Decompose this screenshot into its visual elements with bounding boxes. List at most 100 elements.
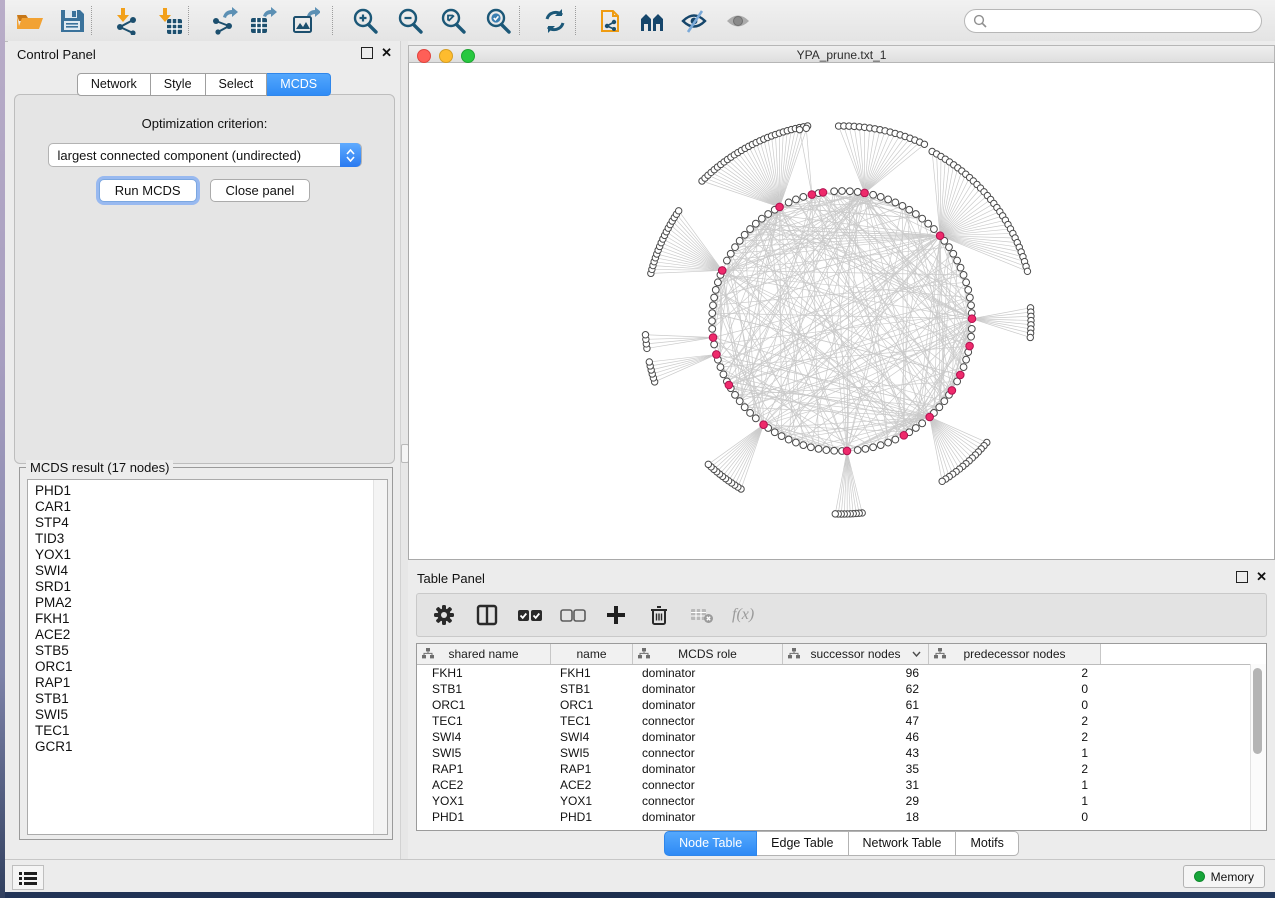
network-view-canvas[interactable] bbox=[408, 63, 1275, 560]
zoom-fit-icon[interactable] bbox=[439, 7, 467, 35]
table-cell[interactable]: ORC1 bbox=[551, 698, 633, 712]
table-cell[interactable]: connector bbox=[633, 746, 783, 760]
table-cell[interactable]: SWI5 bbox=[417, 746, 551, 760]
table-cell[interactable]: ORC1 bbox=[417, 698, 551, 712]
table-row[interactable]: YOX1YOX1connector291 bbox=[417, 793, 1266, 809]
table-cell[interactable]: SWI5 bbox=[551, 746, 633, 760]
mcds-result-item[interactable]: CAR1 bbox=[35, 499, 387, 515]
export-network-icon[interactable] bbox=[210, 7, 238, 35]
mcds-result-item[interactable]: SRD1 bbox=[35, 579, 387, 595]
table-cell[interactable]: TEC1 bbox=[417, 714, 551, 728]
table-cell[interactable]: 29 bbox=[783, 794, 929, 808]
column-header-mcds-role[interactable]: MCDS role bbox=[633, 644, 783, 664]
deselect-all-icon[interactable] bbox=[560, 602, 586, 628]
table-cell[interactable]: 18 bbox=[783, 810, 929, 824]
table-row[interactable]: ACE2ACE2connector311 bbox=[417, 777, 1266, 793]
apply-layout-icon[interactable] bbox=[541, 7, 569, 35]
table-cell[interactable]: dominator bbox=[633, 682, 783, 696]
import-table-icon[interactable] bbox=[155, 7, 183, 35]
table-cell[interactable]: 62 bbox=[783, 682, 929, 696]
tab-network[interactable]: Network bbox=[77, 73, 151, 96]
mcds-result-item[interactable]: RAP1 bbox=[35, 675, 387, 691]
table-cell[interactable]: PHD1 bbox=[551, 810, 633, 824]
settings-icon[interactable] bbox=[431, 602, 457, 628]
table-row[interactable]: SWI4SWI4dominator462 bbox=[417, 729, 1266, 745]
mcds-result-item[interactable]: GCR1 bbox=[35, 739, 387, 755]
float-panel-icon[interactable] bbox=[361, 47, 373, 59]
select-all-icon[interactable] bbox=[517, 602, 543, 628]
table-cell[interactable]: STB1 bbox=[417, 682, 551, 696]
table-cell[interactable]: 31 bbox=[783, 778, 929, 792]
zoom-in-icon[interactable] bbox=[351, 7, 379, 35]
tab-edge-table[interactable]: Edge Table bbox=[757, 831, 848, 856]
table-cell[interactable]: 43 bbox=[783, 746, 929, 760]
table-cell[interactable]: dominator bbox=[633, 698, 783, 712]
mcds-result-item[interactable]: SWI5 bbox=[35, 707, 387, 723]
tab-mcds[interactable]: MCDS bbox=[267, 73, 331, 96]
mcds-list-scrollbar[interactable] bbox=[373, 480, 387, 834]
table-cell[interactable]: 2 bbox=[929, 666, 1101, 680]
tab-motifs[interactable]: Motifs bbox=[956, 831, 1018, 856]
table-cell[interactable]: connector bbox=[633, 794, 783, 808]
mcds-result-item[interactable]: YOX1 bbox=[35, 547, 387, 563]
table-cell[interactable]: dominator bbox=[633, 666, 783, 680]
table-cell[interactable]: dominator bbox=[633, 810, 783, 824]
mcds-result-list[interactable]: PHD1CAR1STP4TID3YOX1SWI4SRD1PMA2FKH1ACE2… bbox=[27, 479, 388, 835]
table-cell[interactable]: 0 bbox=[929, 698, 1101, 712]
mcds-result-item[interactable]: TID3 bbox=[35, 531, 387, 547]
column-header-shared-name[interactable]: shared name bbox=[417, 644, 551, 664]
save-session-icon[interactable] bbox=[58, 7, 86, 35]
column-header-name[interactable]: name bbox=[551, 644, 633, 664]
table-cell[interactable]: 35 bbox=[783, 762, 929, 776]
table-row[interactable]: STB1STB1dominator620 bbox=[417, 681, 1266, 697]
mcds-result-item[interactable]: PMA2 bbox=[35, 595, 387, 611]
table-cell[interactable]: 1 bbox=[929, 778, 1101, 792]
table-cell[interactable]: 0 bbox=[929, 682, 1101, 696]
table-row[interactable]: PHD1PHD1dominator180 bbox=[417, 809, 1266, 825]
table-cell[interactable]: YOX1 bbox=[551, 794, 633, 808]
close-panel-icon[interactable]: ✕ bbox=[381, 48, 392, 58]
table-scrollbar-thumb[interactable] bbox=[1253, 668, 1262, 754]
table-cell[interactable]: ACE2 bbox=[551, 778, 633, 792]
table-row[interactable]: ORC1ORC1dominator610 bbox=[417, 697, 1266, 713]
mcds-result-item[interactable]: TEC1 bbox=[35, 723, 387, 739]
table-cell[interactable]: ACE2 bbox=[417, 778, 551, 792]
table-cell[interactable]: 0 bbox=[929, 810, 1101, 824]
close-panel-button[interactable]: Close panel bbox=[210, 179, 311, 202]
table-row[interactable]: SWI5SWI5connector431 bbox=[417, 745, 1266, 761]
table-cell[interactable]: TEC1 bbox=[551, 714, 633, 728]
table-cell[interactable]: 47 bbox=[783, 714, 929, 728]
table-cell[interactable]: FKH1 bbox=[417, 666, 551, 680]
function-builder-icon[interactable]: f(x) bbox=[732, 606, 754, 624]
table-row[interactable]: RAP1RAP1dominator352 bbox=[417, 761, 1266, 777]
mcds-result-item[interactable]: ACE2 bbox=[35, 627, 387, 643]
add-column-icon[interactable] bbox=[603, 602, 629, 628]
table-cell[interactable]: SWI4 bbox=[551, 730, 633, 744]
mcds-result-item[interactable]: SWI4 bbox=[35, 563, 387, 579]
table-cell[interactable]: 96 bbox=[783, 666, 929, 680]
float-panel-icon[interactable] bbox=[1236, 571, 1248, 583]
table-scrollbar[interactable] bbox=[1250, 664, 1266, 830]
open-session-icon[interactable] bbox=[15, 7, 43, 35]
mcds-result-item[interactable]: PHD1 bbox=[35, 483, 387, 499]
table-cell[interactable]: connector bbox=[633, 714, 783, 728]
search-field[interactable] bbox=[964, 9, 1262, 33]
run-mcds-button[interactable]: Run MCDS bbox=[99, 179, 197, 202]
optimization-criterion-select[interactable]: largest connected component (undirected) bbox=[48, 143, 362, 167]
column-header-successor-nodes[interactable]: successor nodes bbox=[783, 644, 929, 664]
column-header-predecessor-nodes[interactable]: predecessor nodes bbox=[929, 644, 1101, 664]
mcds-result-item[interactable]: STB1 bbox=[35, 691, 387, 707]
export-image-icon[interactable] bbox=[292, 7, 320, 35]
table-cell[interactable]: 1 bbox=[929, 746, 1101, 760]
mcds-result-item[interactable]: STP4 bbox=[35, 515, 387, 531]
first-neighbors-icon[interactable] bbox=[639, 7, 667, 35]
new-network-from-selection-icon[interactable] bbox=[598, 7, 626, 35]
network-window-titlebar[interactable]: YPA_prune.txt_1 bbox=[408, 45, 1275, 63]
table-cell[interactable]: 2 bbox=[929, 730, 1101, 744]
export-table-icon[interactable] bbox=[249, 7, 277, 35]
table-cell[interactable]: YOX1 bbox=[417, 794, 551, 808]
table-cell[interactable]: dominator bbox=[633, 762, 783, 776]
table-cell[interactable]: FKH1 bbox=[551, 666, 633, 680]
tab-network-table[interactable]: Network Table bbox=[849, 831, 957, 856]
mcds-result-item[interactable]: STB5 bbox=[35, 643, 387, 659]
